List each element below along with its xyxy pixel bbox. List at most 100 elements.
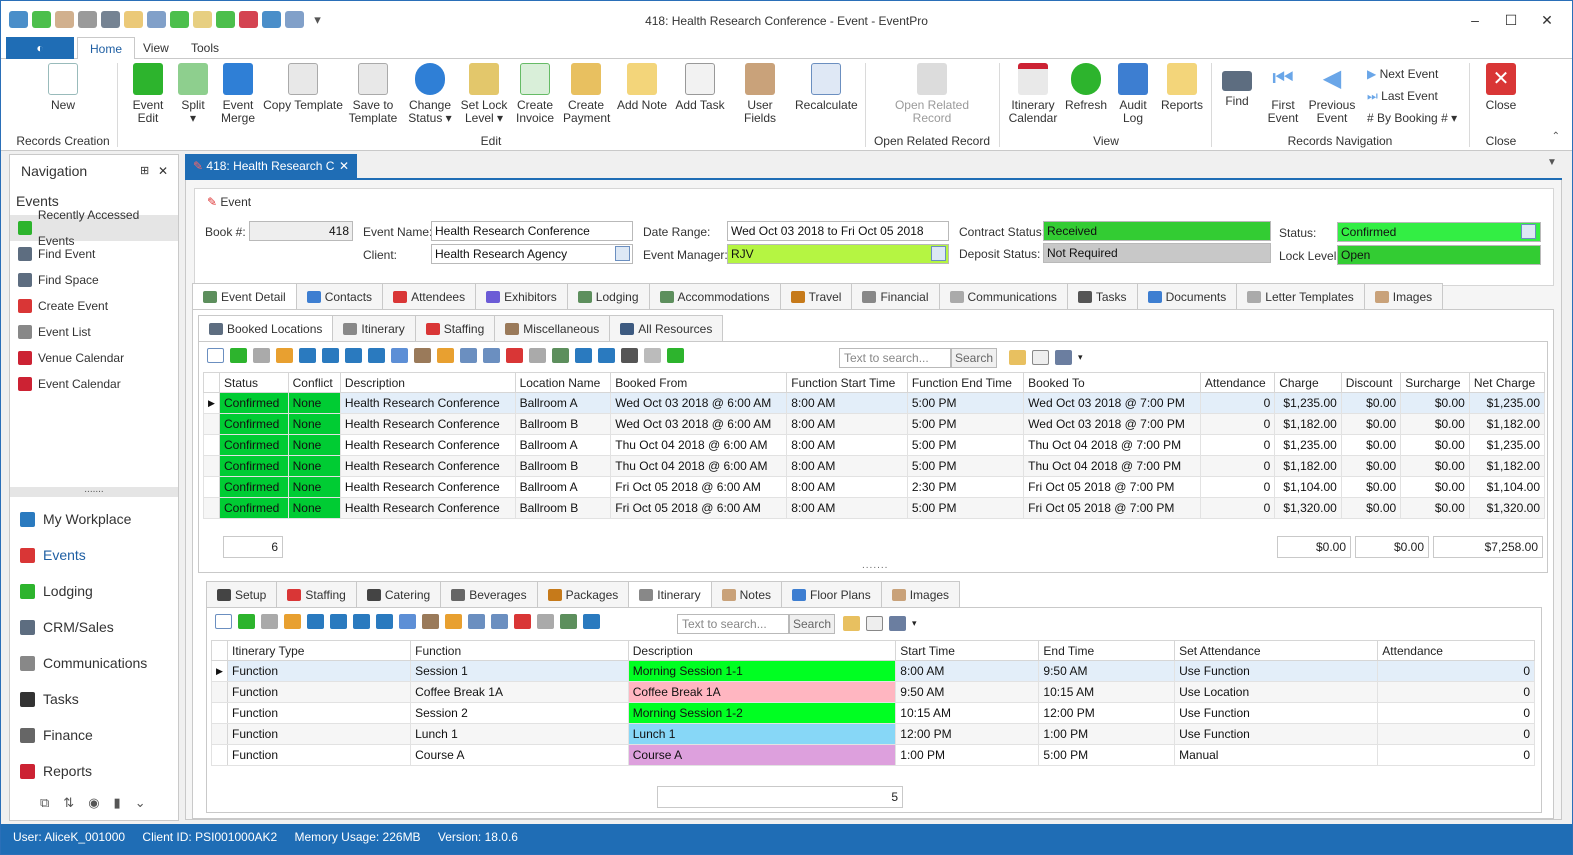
sort-icon[interactable]: ⇅ bbox=[63, 795, 74, 811]
cell-description[interactable]: Health Research Conference bbox=[339, 497, 516, 519]
find-icon[interactable] bbox=[866, 616, 883, 631]
cell-booked-to[interactable]: Fri Oct 05 2018 @ 7:00 PM bbox=[1023, 497, 1201, 519]
tab-catering[interactable]: Catering bbox=[355, 581, 442, 607]
event-merge-button[interactable]: Event Merge bbox=[217, 63, 259, 125]
cell-booked-from[interactable]: Thu Oct 04 2018 @ 6:00 AM bbox=[610, 434, 788, 456]
cell-status[interactable]: Confirmed bbox=[219, 392, 289, 414]
cell-discount[interactable]: $0.00 bbox=[1340, 392, 1402, 414]
cell-attendance[interactable]: 0 bbox=[1377, 681, 1535, 703]
tab-packages[interactable]: Packages bbox=[536, 581, 630, 607]
cell-booked-to[interactable]: Fri Oct 05 2018 @ 7:00 PM bbox=[1023, 476, 1201, 498]
cell-end-time[interactable]: 5:00 PM bbox=[1038, 744, 1176, 766]
cell-attendance[interactable]: 0 bbox=[1199, 413, 1276, 435]
nav-item-event-list[interactable]: Event List bbox=[10, 319, 178, 345]
manager-lookup-icon[interactable] bbox=[931, 246, 946, 261]
close-window-button[interactable]: ✕ bbox=[1532, 9, 1562, 31]
cell-function[interactable]: Course A bbox=[410, 744, 629, 766]
globe-icon[interactable]: ◉ bbox=[88, 795, 99, 811]
column-header-description[interactable]: Description bbox=[339, 372, 516, 393]
split-icon[interactable] bbox=[399, 614, 416, 629]
tab-all-resources[interactable]: All Resources bbox=[609, 315, 724, 341]
cell-function[interactable]: Coffee Break 1A bbox=[410, 681, 629, 703]
table-row[interactable]: ▶ Function Session 1 Morning Session 1-1 8:0… bbox=[211, 660, 1535, 682]
nav-item-recently-accessed-events[interactable]: Recently Accessed Events bbox=[10, 208, 178, 248]
column-header-net-charge[interactable]: Net Charge bbox=[1468, 372, 1546, 393]
cell-attendance[interactable]: 0 bbox=[1199, 497, 1276, 519]
cell-status[interactable]: Confirmed bbox=[219, 434, 289, 456]
cell-status[interactable]: Confirmed bbox=[219, 497, 289, 519]
tool-icon[interactable] bbox=[422, 614, 439, 629]
client-lookup-icon[interactable] bbox=[615, 246, 630, 261]
cell-charge[interactable]: $1,320.00 bbox=[1274, 497, 1342, 519]
cell-description[interactable]: Health Research Conference bbox=[339, 392, 516, 414]
document-tab[interactable]: ✎ 418: Health Research C ✕ bbox=[185, 154, 357, 179]
cell-itinerary-type[interactable]: Function bbox=[226, 723, 412, 745]
delete-icon[interactable] bbox=[514, 614, 531, 629]
cell-conflict[interactable]: None bbox=[287, 497, 341, 519]
cell-booked-to[interactable]: Thu Oct 04 2018 @ 7:00 PM bbox=[1023, 455, 1201, 477]
cell-charge[interactable]: $1,104.00 bbox=[1274, 476, 1342, 498]
application-menu-button[interactable]: ◐ bbox=[6, 37, 74, 59]
module-events[interactable]: Events bbox=[10, 537, 178, 573]
cell-attendance[interactable]: 0 bbox=[1199, 434, 1276, 456]
cell-set-attendance[interactable]: Manual bbox=[1174, 744, 1379, 766]
link-icon[interactable] bbox=[376, 614, 393, 629]
tab-lodging[interactable]: Lodging bbox=[566, 283, 650, 309]
cell-description[interactable]: Health Research Conference bbox=[339, 455, 516, 477]
recalculate-button[interactable]: Recalculate bbox=[795, 63, 858, 112]
module-tasks[interactable]: Tasks bbox=[10, 681, 178, 717]
cell-end-time[interactable]: 10:15 AM bbox=[1038, 681, 1176, 703]
by-booking-button[interactable]: # By Booking # ▾ bbox=[1367, 111, 1457, 125]
tab-letter-templates[interactable]: Letter Templates bbox=[1236, 283, 1365, 309]
cell-booked-from[interactable]: Thu Oct 04 2018 @ 6:00 AM bbox=[610, 455, 788, 477]
column-header-function[interactable]: Function bbox=[410, 640, 629, 661]
module-reports[interactable]: Reports bbox=[10, 753, 178, 789]
tool-icon[interactable] bbox=[414, 348, 431, 363]
cell-function-start-time[interactable]: 8:00 AM bbox=[786, 476, 908, 498]
cell-function-end-time[interactable]: 5:00 PM bbox=[906, 434, 1025, 456]
maximize-button[interactable]: ☐ bbox=[1496, 9, 1526, 31]
cell-conflict[interactable]: None bbox=[287, 476, 341, 498]
set-lock-level-button[interactable]: Set Lock Level ▾ bbox=[459, 63, 509, 125]
cell-itinerary-type[interactable]: Function bbox=[226, 744, 412, 766]
disabled-icon[interactable] bbox=[529, 348, 546, 363]
table-row[interactable]: Confirmed None Health Research Conference B… bbox=[203, 476, 1546, 498]
cell-description[interactable]: Course A bbox=[627, 744, 897, 766]
cell-conflict[interactable]: None bbox=[287, 455, 341, 477]
open-related-record-button[interactable]: Open Related Record bbox=[889, 63, 975, 125]
delete-icon[interactable] bbox=[506, 348, 523, 363]
cell-location-name[interactable]: Ballroom B bbox=[514, 455, 612, 477]
cell-charge[interactable]: $1,182.00 bbox=[1274, 413, 1342, 435]
itinerary-search-button[interactable]: Search bbox=[789, 614, 836, 634]
table-row[interactable]: Confirmed None Health Research Conference B… bbox=[203, 455, 1546, 477]
cell-function[interactable]: Session 1 bbox=[410, 660, 629, 682]
cell-start-time[interactable]: 10:15 AM bbox=[895, 702, 1040, 724]
nav-item-venue-calendar[interactable]: Venue Calendar bbox=[10, 345, 178, 371]
cell-set-attendance[interactable]: Use Function bbox=[1174, 723, 1379, 745]
cell-charge[interactable]: $1,182.00 bbox=[1274, 455, 1342, 477]
cell-function[interactable]: Lunch 1 bbox=[410, 723, 629, 745]
client-field[interactable]: Health Research Agency bbox=[431, 244, 633, 264]
cell-surcharge[interactable]: $0.00 bbox=[1400, 434, 1470, 456]
column-header-description[interactable]: Description bbox=[627, 640, 897, 661]
column-header-discount[interactable]: Discount bbox=[1340, 372, 1402, 393]
add-task-button[interactable]: Add Task bbox=[673, 63, 727, 112]
cell-discount[interactable]: $0.00 bbox=[1340, 455, 1402, 477]
move-up-icon[interactable] bbox=[330, 614, 347, 629]
collapse-ribbon-icon[interactable]: ⌃ bbox=[1552, 131, 1560, 142]
event-name-field[interactable]: Health Research Conference bbox=[431, 221, 633, 241]
save-icon[interactable] bbox=[261, 614, 278, 629]
tab-list-icon[interactable]: ▼ bbox=[1547, 157, 1557, 168]
status-lookup-icon[interactable] bbox=[1521, 224, 1536, 239]
add-note-button[interactable]: Add Note bbox=[615, 63, 669, 112]
column-header-conflict[interactable]: Conflict bbox=[287, 372, 341, 393]
column-header-booked-from[interactable]: Booked From bbox=[610, 372, 788, 393]
cell-booked-to[interactable]: Wed Oct 03 2018 @ 7:00 PM bbox=[1023, 413, 1201, 435]
cell-start-time[interactable]: 9:50 AM bbox=[895, 681, 1040, 703]
tab-contacts[interactable]: Contacts bbox=[295, 283, 384, 309]
table-row[interactable]: Confirmed None Health Research Conference B… bbox=[203, 497, 1546, 519]
cell-booked-from[interactable]: Wed Oct 03 2018 @ 6:00 AM bbox=[610, 392, 788, 414]
cell-attendance[interactable]: 0 bbox=[1199, 392, 1276, 414]
cell-location-name[interactable]: Ballroom B bbox=[514, 497, 612, 519]
tab-beverages[interactable]: Beverages bbox=[440, 581, 538, 607]
